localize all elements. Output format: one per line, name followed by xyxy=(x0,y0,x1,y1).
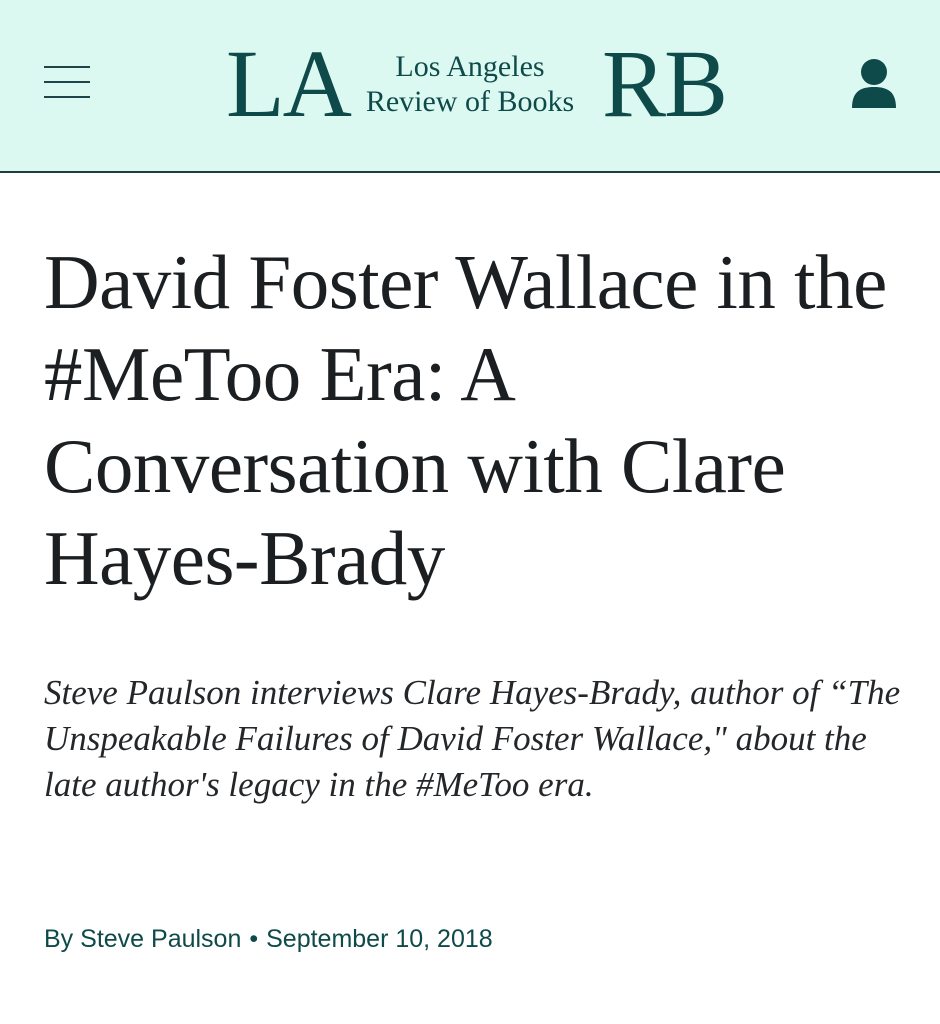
author-link[interactable]: Steve Paulson xyxy=(80,925,241,953)
logo-rb-text: RB xyxy=(602,30,728,137)
article-title: David Foster Wallace in the #MeToo Era: … xyxy=(44,239,887,601)
logo-line-1: Los Angeles xyxy=(395,50,545,83)
publish-date: September 10, 2018 xyxy=(266,925,493,953)
menu-button[interactable] xyxy=(44,62,90,104)
site-logo[interactable]: LA Los Angeles Review of Books RB xyxy=(226,30,728,137)
hamburger-menu-icon-bar xyxy=(44,96,90,98)
logo-line-2: Review of Books xyxy=(365,85,575,118)
article-byline: By Steve Paulson • September 10, 2018 xyxy=(44,922,493,956)
user-account-icon xyxy=(852,59,896,108)
logo-la-text: LA xyxy=(226,30,352,137)
byline-prefix: By xyxy=(44,925,74,953)
site-header: LA Los Angeles Review of Books RB xyxy=(0,0,940,173)
hamburger-menu-icon-bar xyxy=(44,81,90,83)
hamburger-menu-icon-bar xyxy=(44,66,90,68)
article-dek: Steve Paulson interviews Clare Hayes-Bra… xyxy=(44,673,901,804)
account-button[interactable] xyxy=(850,56,898,112)
byline-separator: • xyxy=(249,925,259,953)
